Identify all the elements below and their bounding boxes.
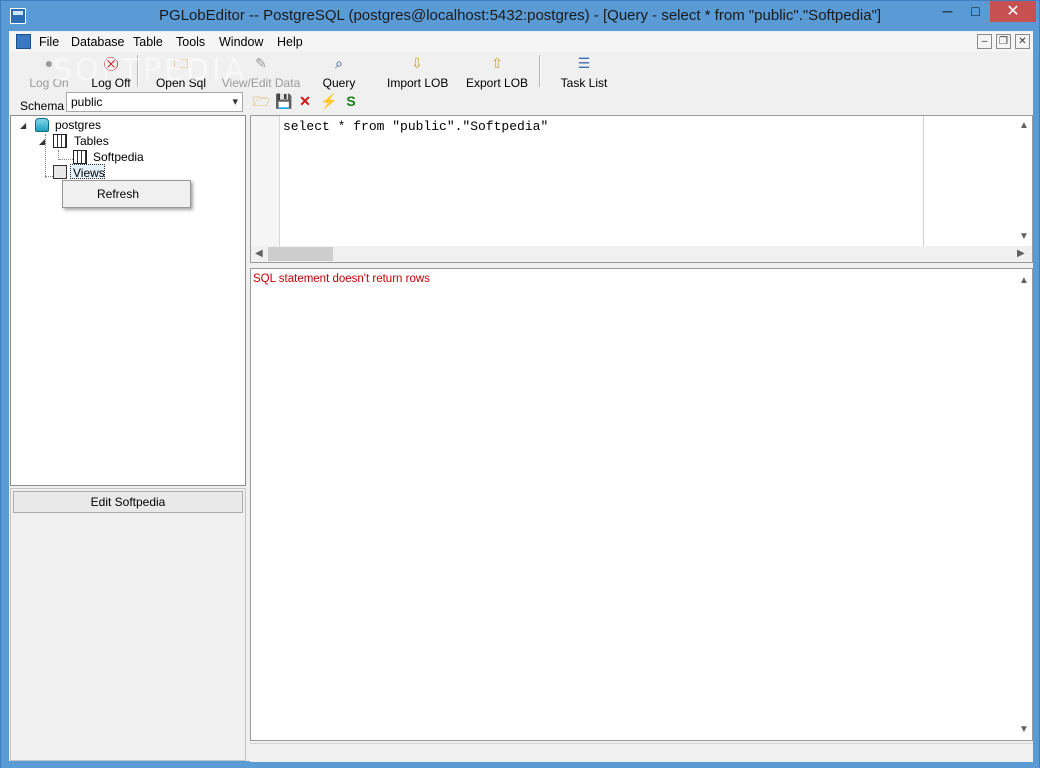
mdi-restore-button[interactable]: ❐ — [996, 34, 1011, 49]
views-icon — [53, 165, 67, 179]
table-icon — [73, 150, 87, 164]
schema-value: public — [71, 95, 103, 109]
edit-table-button[interactable]: Edit Softpedia — [13, 491, 243, 513]
task-list-label: Task List — [560, 76, 608, 90]
close-button[interactable]: ✕ — [990, 1, 1036, 22]
right-margin-line — [923, 116, 924, 246]
editor-gutter — [251, 116, 280, 246]
chevron-down-icon[interactable]: ▾ — [232, 95, 238, 108]
export-lob-button[interactable]: ⇧ Export LOB — [466, 53, 528, 91]
mdi-minimize-button[interactable]: – — [977, 34, 992, 49]
menu-window[interactable]: Window — [219, 35, 263, 49]
import-lob-label: Import LOB — [387, 76, 449, 90]
scroll-right-icon[interactable]: ▶ — [1017, 248, 1025, 259]
mdi-close-button[interactable]: ✕ — [1015, 34, 1030, 49]
tree-item-softpedia[interactable]: Softpedia — [93, 150, 144, 164]
export-lob-label: Export LOB — [466, 76, 529, 90]
expanded-arrow-icon[interactable]: ◢ — [20, 121, 26, 130]
menu-tools[interactable]: Tools — [176, 35, 205, 49]
menu-file[interactable]: File — [39, 35, 59, 49]
log-off-label: Log Off — [91, 76, 131, 90]
status-message: SQL statement doesn't return rows — [253, 273, 430, 285]
tree-item-tables[interactable]: Tables — [74, 134, 109, 148]
editor-vertical-scrollbar[interactable]: ▲ ▼ — [1016, 116, 1032, 246]
maximize-button[interactable]: □ — [962, 1, 989, 22]
status-bar — [250, 743, 1033, 762]
main-toolbar: ● Log On ⛒ Log Off 🗀 Open Sql ✎ View/Edi… — [9, 53, 1033, 91]
tree-connector — [59, 159, 73, 160]
frame-right — [1033, 31, 1039, 761]
tables-icon — [53, 134, 67, 148]
query-label: Query — [322, 76, 356, 90]
menu-help[interactable]: Help — [277, 35, 303, 49]
editor-horizontal-scrollbar[interactable]: ◀ ▶ — [251, 246, 1032, 262]
query-icon: ⌕ — [335, 55, 343, 71]
edit-data-icon: ✎ — [255, 55, 267, 71]
window-title: PGLobEditor -- PostgreSQL (postgres@loca… — [158, 7, 882, 24]
log-on-button[interactable]: ● Log On — [29, 53, 69, 91]
folder-icon: 🗀 — [174, 55, 188, 71]
tree-item-postgres[interactable]: postgres — [55, 118, 101, 132]
tree-connector — [45, 176, 53, 177]
sql-code[interactable]: select * from "public"."Softpedia" — [283, 119, 548, 134]
scroll-down-icon[interactable]: ▼ — [1019, 724, 1029, 735]
log-off-button[interactable]: ⛒ Log Off — [89, 53, 133, 91]
title-bar[interactable]: PGLobEditor -- PostgreSQL (postgres@loca… — [1, 1, 1039, 31]
app-window: PGLobEditor -- PostgreSQL (postgres@loca… — [0, 0, 1040, 768]
context-menu-refresh[interactable]: Refresh — [97, 187, 139, 201]
save-icon[interactable]: 💾 — [275, 93, 292, 109]
refresh-icon[interactable]: S — [343, 93, 359, 109]
toolbar-separator — [539, 55, 541, 87]
task-list-button[interactable]: ☰ Task List — [557, 53, 611, 91]
task-list-icon: ☰ — [577, 55, 591, 71]
menu-database[interactable]: Database — [71, 35, 125, 49]
view-edit-data-label: View/Edit Data — [221, 76, 301, 90]
sql-editor[interactable]: select * from "public"."Softpedia" ▲ ▼ ◀… — [250, 115, 1033, 263]
horizontal-scroll-thumb[interactable] — [268, 247, 333, 261]
user-icon: ● — [44, 55, 54, 71]
import-lob-icon: ⇩ — [411, 55, 423, 71]
results-vertical-scrollbar[interactable]: ▲ ▼ — [1016, 269, 1032, 740]
logoff-icon: ⛒ — [103, 55, 119, 71]
log-on-label: Log On — [29, 76, 69, 90]
object-tree[interactable] — [10, 115, 246, 486]
schema-label: Schema — [20, 99, 65, 113]
schema-select[interactable]: public ▾ — [66, 92, 243, 112]
scroll-left-icon[interactable]: ◀ — [255, 248, 263, 259]
open-sql-label: Open Sql — [155, 76, 207, 90]
scroll-down-icon[interactable]: ▼ — [1019, 231, 1029, 242]
context-menu: Refresh — [62, 180, 191, 208]
expanded-arrow-icon[interactable]: ◢ — [39, 137, 45, 146]
left-bottom-panel — [10, 488, 246, 761]
toolbar-separator — [137, 55, 139, 87]
open-file-icon[interactable]: 🗁 — [253, 93, 270, 109]
execute-icon[interactable]: ⚡ — [320, 93, 337, 109]
mdi-document-icon[interactable] — [16, 34, 31, 49]
tree-item-views[interactable]: Views — [73, 166, 105, 180]
frame-bottom — [1, 761, 1039, 768]
query-button[interactable]: ⌕ Query — [317, 53, 361, 91]
database-icon — [35, 118, 49, 132]
menu-bar: File Database Table Tools Window Help — [9, 32, 1033, 52]
results-panel[interactable]: SQL statement doesn't return rows ▲ ▼ — [250, 268, 1033, 741]
frame-left — [1, 31, 9, 761]
view-edit-data-button[interactable]: ✎ View/Edit Data — [221, 53, 301, 91]
export-lob-icon: ⇧ — [491, 55, 503, 71]
clear-icon[interactable]: ✕ — [297, 93, 313, 109]
open-sql-button[interactable]: 🗀 Open Sql — [155, 53, 207, 91]
scroll-up-icon[interactable]: ▲ — [1019, 120, 1029, 131]
minimize-button[interactable]: ─ — [934, 1, 961, 22]
scroll-up-icon[interactable]: ▲ — [1019, 275, 1029, 286]
menu-table[interactable]: Table — [133, 35, 163, 49]
import-lob-button[interactable]: ⇩ Import LOB — [387, 53, 449, 91]
